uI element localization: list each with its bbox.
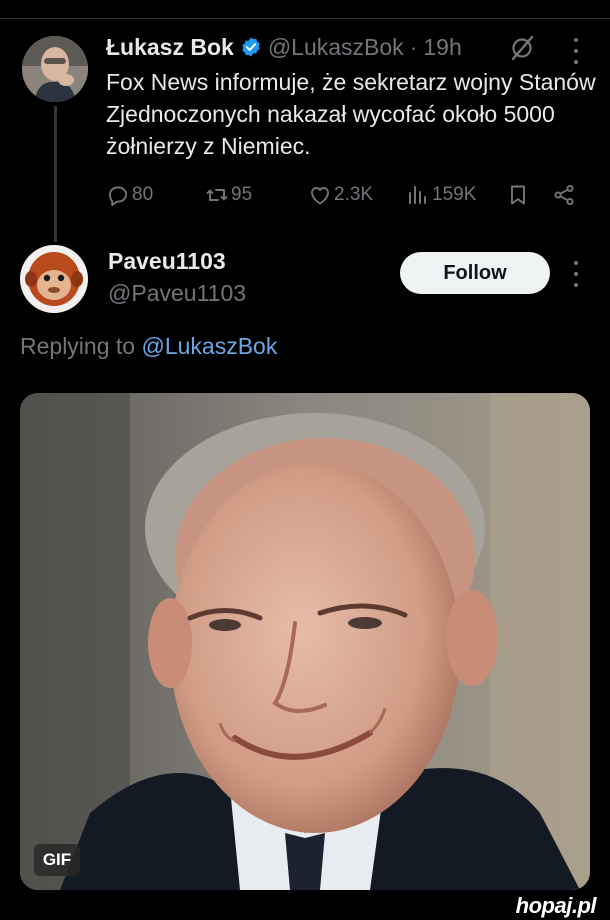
replying-to-line: Replying to @LukaszBok [20, 333, 277, 360]
follow-button[interactable]: Follow [400, 252, 550, 294]
replying-mention-link[interactable]: @LukaszBok [141, 333, 277, 359]
watermark-brand: hopaj [515, 893, 573, 918]
replying-prefix: Replying to [20, 333, 136, 359]
tweet-header: Łukasz Bok @LukaszBok · 19h [106, 32, 462, 62]
reply-author-name[interactable]: Paveu1103 [108, 248, 226, 275]
grok-icon[interactable] [508, 34, 536, 62]
reply-author-handle[interactable]: @Paveu1103 [108, 280, 246, 307]
watermark-suffix: .pl [571, 893, 597, 918]
gif-badge: GIF [34, 844, 80, 876]
like-icon [311, 187, 329, 205]
reply-icon [109, 186, 127, 206]
bookmark-button[interactable] [506, 180, 532, 210]
share-button[interactable] [552, 180, 578, 210]
avatar-image [20, 245, 88, 313]
tweet-text: Fox News informuje, że sekretarz wojny S… [106, 69, 596, 159]
gif-media[interactable]: GIF [20, 393, 590, 890]
repost-count: 95 [231, 184, 253, 205]
reply-more-options-icon[interactable] [573, 261, 579, 287]
tweet-time[interactable]: 19h [423, 34, 461, 61]
gif-image [20, 393, 590, 890]
like-count: 2.3K [334, 184, 374, 205]
top-divider [0, 18, 610, 19]
bookmark-icon [511, 185, 525, 205]
author-name[interactable]: Łukasz Bok [106, 34, 234, 61]
avatar-image [22, 36, 88, 102]
like-button[interactable]: 2.3K [308, 180, 373, 210]
share-icon [554, 184, 574, 206]
reply-button[interactable]: 80 [106, 180, 153, 210]
repost-icon [206, 189, 228, 201]
reply-count: 80 [132, 184, 154, 205]
avatar-paveu1103[interactable] [20, 245, 88, 313]
verified-badge-icon [242, 37, 260, 57]
views-icon [409, 186, 426, 204]
avatar-lukasz-bok[interactable] [22, 36, 88, 102]
more-options-icon[interactable] [573, 38, 579, 64]
watermark-logo: hopaj.pl [515, 893, 597, 919]
tweet-actions: 80 95 2.3K 159K [106, 180, 586, 210]
views-button[interactable]: 159K [406, 180, 476, 210]
repost-button[interactable]: 95 [205, 180, 252, 210]
views-count: 159K [432, 184, 477, 205]
header-separator: · [409, 33, 418, 60]
author-handle[interactable]: @LukaszBok [268, 34, 404, 61]
thread-connector-line [54, 106, 57, 242]
